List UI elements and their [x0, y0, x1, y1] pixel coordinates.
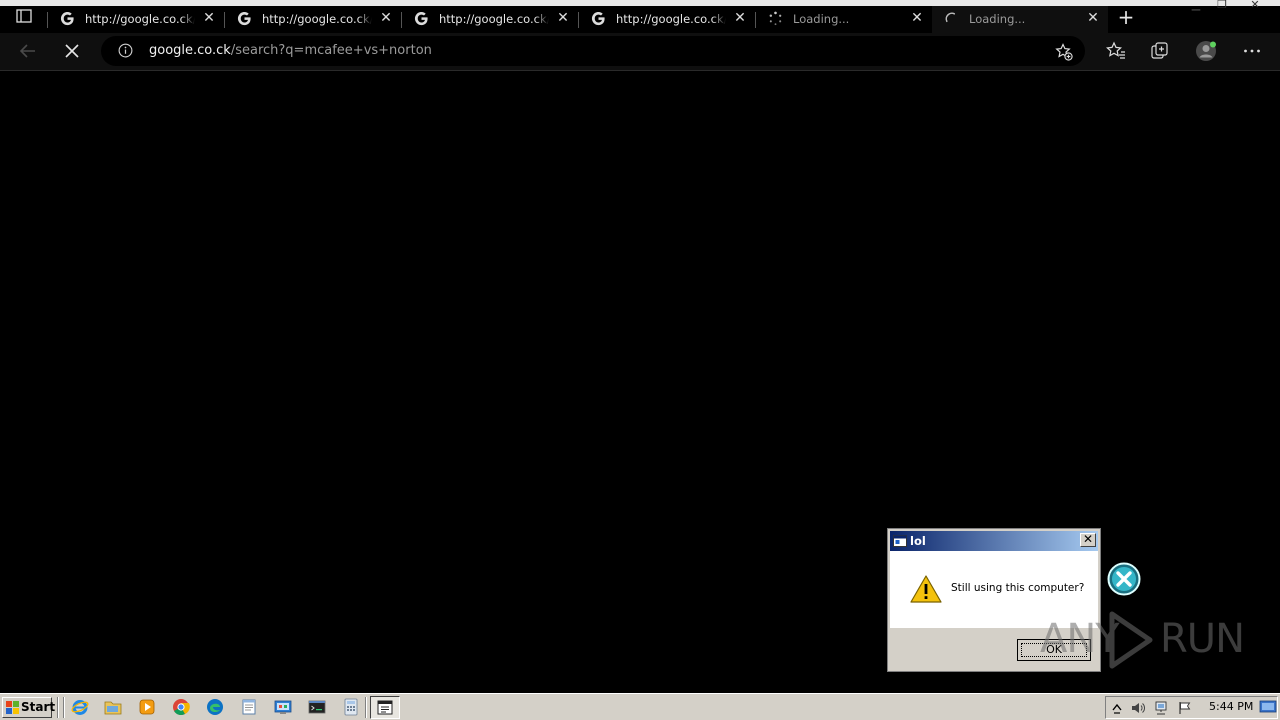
- cmd-icon[interactable]: [308, 698, 326, 716]
- calculator-icon[interactable]: [342, 698, 360, 716]
- app-window-icon: [893, 535, 907, 547]
- tab-title: http://google.co.ck/search?q=mcafee+vs+n…: [439, 10, 549, 28]
- tab-close-button[interactable]: ✕: [555, 10, 571, 26]
- google-icon: [414, 11, 428, 26]
- browser-toolbar: google.co.ck/search?q=mcafee+vs+norton: [0, 33, 1280, 71]
- restore-icon[interactable]: ❐: [1210, 0, 1234, 12]
- loading-dots-icon: [769, 11, 782, 26]
- dialog-titlebar[interactable]: lol ✕: [890, 531, 1098, 551]
- dialog-title: lol: [910, 534, 926, 548]
- start-label: Start: [21, 700, 56, 714]
- play-logo-icon: [1109, 611, 1153, 669]
- tab-close-button[interactable]: ✕: [732, 10, 748, 26]
- tab-close-button[interactable]: ✕: [1085, 10, 1101, 26]
- tab-loading-active[interactable]: Loading... ✕: [932, 6, 1108, 33]
- action-center-flag-icon[interactable]: [1178, 701, 1192, 715]
- tab-title: http://google.co.ck/search?q=mcafee+vs+n…: [616, 10, 726, 28]
- media-player-icon[interactable]: [138, 698, 156, 716]
- control-panel-icon[interactable]: [274, 698, 292, 716]
- favorites-icon[interactable]: [1105, 40, 1127, 62]
- tab-google-3[interactable]: http://google.co.ck/search?q=mcafee+vs+n…: [402, 6, 578, 33]
- dialog-close-button[interactable]: ✕: [1080, 533, 1096, 547]
- tab-strip: http://google.co.ck/search?q=mcafee+vs+n…: [0, 0, 1280, 33]
- address-bar[interactable]: google.co.ck/search?q=mcafee+vs+norton: [101, 36, 1085, 66]
- notepad-icon[interactable]: [240, 698, 258, 716]
- window-close-icon[interactable]: ✕: [1243, 0, 1267, 12]
- tab-title: http://google.co.ck/search?q=mcafee+vs+n…: [85, 10, 195, 28]
- site-info-icon[interactable]: [118, 43, 133, 58]
- close-circle-icon[interactable]: [1107, 562, 1141, 596]
- network-icon[interactable]: [1154, 701, 1168, 715]
- clock[interactable]: 5:44 PM: [1209, 700, 1253, 713]
- start-button[interactable]: Start: [2, 697, 56, 718]
- google-icon: [237, 11, 251, 26]
- chrome-icon[interactable]: [172, 698, 190, 716]
- dialog-message: Still using this computer?: [951, 582, 1085, 594]
- anyrun-watermark: ANY RUN: [1040, 608, 1245, 674]
- google-icon: [60, 11, 74, 26]
- tab-loading-1[interactable]: Loading... ✕: [756, 6, 932, 33]
- stop-loading-icon[interactable]: [61, 40, 83, 62]
- taskbar-button-dialog[interactable]: [370, 696, 400, 719]
- show-desktop-icon[interactable]: [1259, 699, 1277, 715]
- tab-google-4[interactable]: http://google.co.ck/search?q=mcafee+vs+n…: [579, 6, 755, 33]
- google-icon: [591, 11, 605, 26]
- tab-actions-icon[interactable]: [16, 9, 32, 23]
- tab-google-2[interactable]: http://google.co.ck/search?q=mcafee+vs+n…: [225, 6, 401, 33]
- windows-flag-icon: [6, 701, 19, 714]
- system-tray: 5:44 PM: [1105, 696, 1278, 719]
- edge-icon[interactable]: [206, 698, 224, 716]
- volume-icon[interactable]: [1131, 701, 1145, 715]
- url-path: /search?q=mcafee+vs+norton: [230, 43, 432, 58]
- folder-icon[interactable]: [104, 698, 122, 716]
- tab-title: http://google.co.ck/search?q=mcafee+vs+n…: [262, 10, 372, 28]
- more-menu-icon[interactable]: [1241, 40, 1263, 62]
- warning-icon: [910, 575, 942, 603]
- tab-close-button[interactable]: ✕: [909, 10, 925, 26]
- show-hidden-icon[interactable]: [1110, 701, 1124, 715]
- new-tab-button[interactable]: +: [1112, 6, 1140, 30]
- app-window-icon: [377, 700, 393, 715]
- add-favorite-icon[interactable]: [1055, 43, 1073, 61]
- taskbar: Start 5:44 PM: [0, 693, 1280, 720]
- tab-title: Loading...: [969, 12, 1026, 26]
- loading-spinner-icon: [945, 12, 956, 23]
- tab-google-1[interactable]: http://google.co.ck/search?q=mcafee+vs+n…: [48, 6, 224, 33]
- tab-close-button[interactable]: ✕: [378, 10, 394, 26]
- tab-close-button[interactable]: ✕: [201, 10, 217, 26]
- back-arrow-icon[interactable]: [17, 40, 39, 62]
- tab-title: Loading...: [793, 12, 850, 26]
- collections-icon[interactable]: [1149, 40, 1171, 62]
- profile-avatar-icon[interactable]: [1195, 40, 1217, 62]
- url-host: google.co.ck: [149, 43, 231, 58]
- minimize-icon[interactable]: ▁: [1184, 0, 1208, 12]
- watermark-right-text: RUN: [1160, 616, 1245, 662]
- address-url[interactable]: google.co.ck/search?q=mcafee+vs+norton: [149, 42, 432, 60]
- ie-icon[interactable]: [71, 698, 89, 716]
